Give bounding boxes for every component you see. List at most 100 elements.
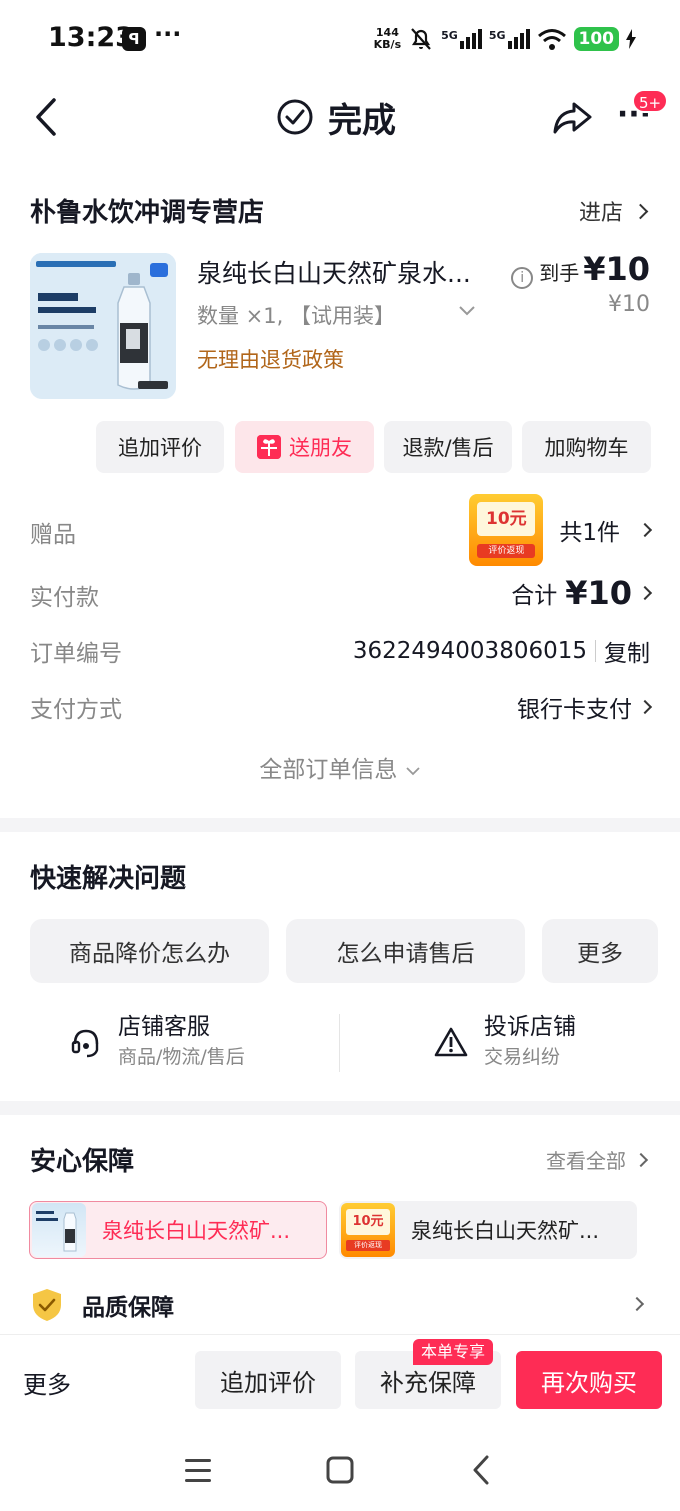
add-to-cart-label: 加购物车 xyxy=(544,436,629,460)
unit-price: ¥10 xyxy=(608,292,650,317)
final-price: i 到手 ¥10 xyxy=(511,250,650,289)
page-title-text: 完成 xyxy=(328,100,396,141)
exclusive-tag: 本单专享 xyxy=(413,1339,494,1365)
net-speed: 144 KB/s xyxy=(374,27,401,51)
order-number-label: 订单编号 xyxy=(30,641,122,667)
shield-check-icon xyxy=(33,1289,61,1321)
refund-button[interactable]: 退款/售后 xyxy=(384,421,512,473)
chevron-right-icon xyxy=(637,699,653,715)
product-image[interactable] xyxy=(30,253,176,399)
share-icon xyxy=(553,102,592,134)
gift-row[interactable]: 10元 评价返现 共1件 xyxy=(469,494,653,566)
all-order-info-label: 全部订单信息 xyxy=(259,757,398,783)
menu-nav-button[interactable] xyxy=(178,1450,218,1490)
store-service-title: 店铺客服 xyxy=(118,1014,210,1040)
chevron-right-icon xyxy=(629,1296,645,1312)
chevron-right-icon xyxy=(632,203,649,219)
product-spec: 数量 ×1, 【试用装】 xyxy=(197,304,395,328)
water-bottle-image xyxy=(30,253,176,399)
store-service-button[interactable]: 店铺客服 商品/物流/售后 xyxy=(70,1012,245,1072)
app-notification-icon: ꟼ xyxy=(122,27,146,51)
pay-method-row[interactable]: 银行卡支付 xyxy=(517,690,653,724)
quality-guarantee-label: 品质保障 xyxy=(82,1295,174,1321)
gift-thumb-caption: 评价返现 xyxy=(346,1240,390,1251)
section-divider xyxy=(0,1101,680,1115)
return-policy[interactable]: 无理由退货政策 xyxy=(197,344,344,374)
page-title: 完成 xyxy=(276,94,396,141)
rebuy-button[interactable]: 再次购买 xyxy=(516,1351,662,1409)
share-button[interactable] xyxy=(550,98,594,138)
menu-icon xyxy=(185,1459,211,1482)
gift-thumbnail: 10元 评价返现 xyxy=(469,494,544,566)
enter-store-link[interactable]: 进店 xyxy=(578,195,649,227)
wifi-icon xyxy=(537,29,566,50)
mute-icon xyxy=(411,28,431,50)
signal-label: 5G xyxy=(488,29,506,42)
back-icon xyxy=(36,98,56,136)
chevron-right-icon xyxy=(633,1152,649,1167)
gift-thumb-amount: 10元 xyxy=(477,502,536,536)
gift-thumb-amount: 10元 xyxy=(346,1209,390,1235)
refund-label: 退款/售后 xyxy=(402,436,494,460)
signal-icon: 5G xyxy=(441,29,482,49)
pay-method-label: 支付方式 xyxy=(30,697,122,723)
chevron-down-icon[interactable] xyxy=(457,300,477,320)
quick-question-after-sale[interactable]: 怎么申请售后 xyxy=(286,919,525,983)
chevron-right-icon xyxy=(637,522,653,538)
complaint-title: 投诉店铺 xyxy=(484,1014,576,1040)
add-review-label: 追加评价 xyxy=(118,436,202,460)
complaint-button[interactable]: 投诉店铺 交易纠纷 xyxy=(434,1012,576,1072)
home-square-icon xyxy=(326,1456,354,1484)
divider xyxy=(595,640,596,662)
order-number: 3622494003806015 xyxy=(352,638,587,664)
home-nav-button[interactable] xyxy=(320,1450,360,1490)
gift-icon xyxy=(257,435,281,459)
gift-friend-button[interactable]: 送朋友 xyxy=(235,421,374,473)
gift-count: 共1件 xyxy=(559,520,620,546)
signal-icon: 5G xyxy=(489,29,530,49)
add-review-button[interactable]: 追加评价 xyxy=(96,421,224,473)
order-number-row: 3622494003806015 复制 xyxy=(353,634,650,668)
info-icon[interactable]: i xyxy=(511,267,534,289)
copy-button[interactable]: 复制 xyxy=(604,634,650,668)
charging-icon xyxy=(626,29,636,49)
quick-question-price-drop[interactable]: 商品降价怎么办 xyxy=(30,919,269,983)
chevron-down-icon xyxy=(406,766,420,775)
store-name[interactable]: 朴鲁水饮冲调专营店 xyxy=(30,192,264,229)
final-price-label: 到手 xyxy=(539,261,580,285)
net-speed-unit: KB/s xyxy=(373,38,402,51)
bottom-more-button[interactable]: 更多 xyxy=(23,1365,71,1400)
all-order-info-toggle[interactable]: 全部订单信息 xyxy=(0,750,680,784)
guarantee-card-gift-label: 泉纯长白山天然矿... xyxy=(411,1219,600,1243)
see-all-link[interactable]: 查看全部 xyxy=(546,1145,649,1174)
product-thumbnail xyxy=(32,1203,86,1257)
notification-badge: 5+ xyxy=(632,89,669,113)
add-to-cart-button[interactable]: 加购物车 xyxy=(522,421,651,473)
signal-label: 5G xyxy=(441,29,458,42)
paid-row[interactable]: 合计 ¥10 xyxy=(511,574,653,612)
enter-store-label: 进店 xyxy=(578,201,623,226)
gift-thumb-caption: 评价返现 xyxy=(477,544,536,558)
section-divider xyxy=(0,818,680,832)
headset-icon xyxy=(71,1029,99,1058)
back-button[interactable] xyxy=(30,96,70,140)
status-icons: 144 KB/s 5G 5G 100 xyxy=(374,24,636,54)
gift-thumbnail: 10元 评价返现 xyxy=(341,1203,395,1257)
gift-friend-label: 送朋友 xyxy=(289,436,352,460)
back-nav-button[interactable] xyxy=(462,1450,502,1490)
bottom-add-review-button[interactable]: 追加评价 xyxy=(195,1351,341,1409)
paid-prefix: 合计 xyxy=(511,583,558,609)
guarantee-card-gift[interactable]: 10元 评价返现 泉纯长白山天然矿... xyxy=(339,1201,637,1259)
battery-indicator: 100 xyxy=(573,27,619,51)
quick-question-more[interactable]: 更多 xyxy=(542,919,658,983)
quality-guarantee-row[interactable]: 品质保障 xyxy=(30,1287,174,1323)
status-more-icon: ··· xyxy=(154,20,182,48)
paid-label: 实付款 xyxy=(30,585,99,611)
complaint-subtitle: 交易纠纷 xyxy=(484,1046,561,1068)
final-price-value: ¥10 xyxy=(583,250,650,288)
guarantee-card-product[interactable]: 泉纯长白山天然矿... xyxy=(29,1201,327,1259)
quick-solve-title: 快速解决问题 xyxy=(30,864,187,894)
guarantee-title: 安心保障 xyxy=(30,1147,135,1177)
divider xyxy=(339,1014,340,1072)
product-title[interactable]: 泉纯长白山天然矿泉水... xyxy=(197,254,497,290)
